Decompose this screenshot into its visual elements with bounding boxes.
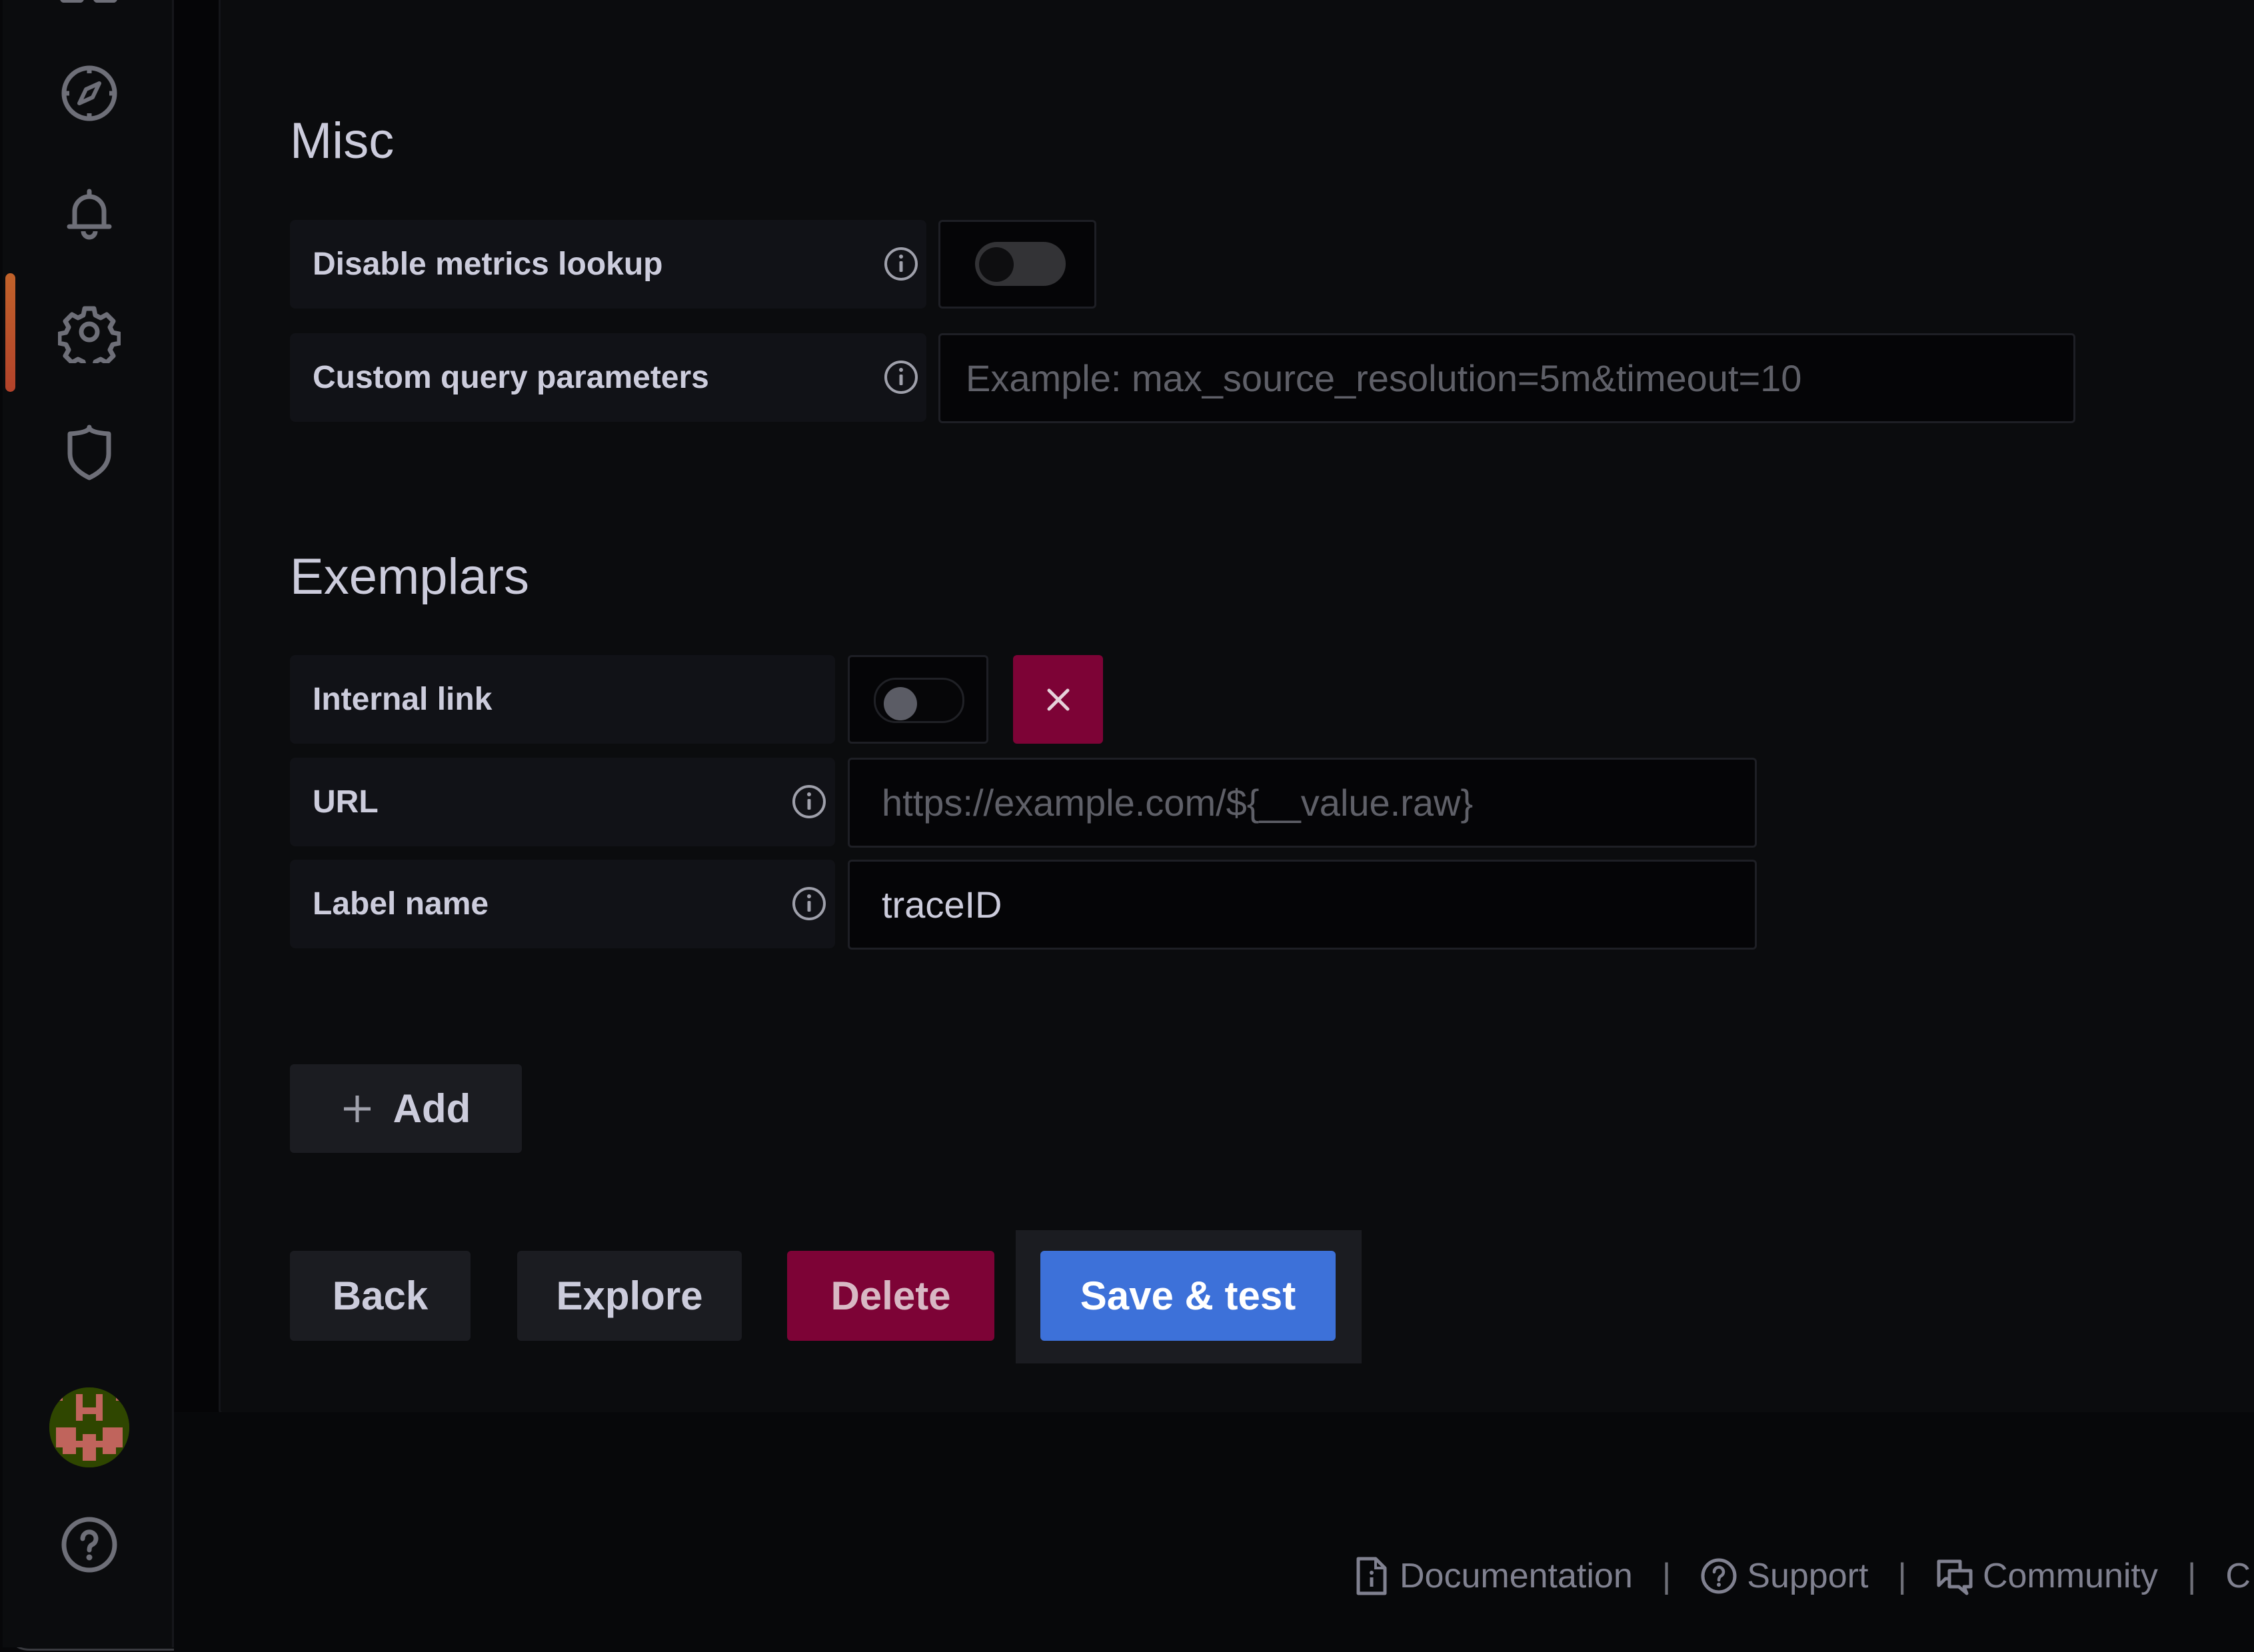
sidebar-item-configuration[interactable] bbox=[58, 301, 121, 363]
toggle-knob bbox=[884, 687, 917, 720]
internal-link-text: Internal link bbox=[313, 682, 493, 717]
sidebar-item-explore[interactable] bbox=[58, 62, 121, 125]
page-background bbox=[174, 1412, 2254, 1652]
label-name-input[interactable] bbox=[850, 862, 1755, 948]
delete-button[interactable]: Delete bbox=[787, 1251, 994, 1341]
misc-heading: Misc bbox=[290, 113, 395, 169]
question-circle-icon bbox=[1701, 1558, 1737, 1594]
info-icon[interactable] bbox=[883, 246, 919, 282]
footer-separator: | bbox=[2187, 1557, 2197, 1595]
label-name-field bbox=[848, 860, 1757, 950]
disable-metrics-lookup-toggle[interactable] bbox=[975, 242, 1066, 286]
sidebar-item-alerting[interactable] bbox=[58, 182, 121, 245]
exemplars-heading: Exemplars bbox=[290, 548, 529, 605]
disable-metrics-lookup-label: Disable metrics lookup bbox=[290, 220, 926, 309]
avatar-image bbox=[49, 1387, 129, 1467]
back-button[interactable]: Back bbox=[290, 1251, 471, 1341]
footer-separator: | bbox=[1662, 1557, 1672, 1595]
comments-icon bbox=[1937, 1559, 1973, 1595]
close-icon bbox=[1047, 688, 1069, 710]
internal-link-label: Internal link bbox=[290, 655, 835, 744]
dashboards-icon[interactable] bbox=[60, 0, 117, 3]
sidebar bbox=[3, 0, 174, 1647]
add-exemplar-label: Add bbox=[393, 1086, 471, 1131]
url-text: URL bbox=[313, 784, 379, 820]
active-indicator bbox=[5, 273, 15, 392]
footer: Documentation | Support | Community | C bbox=[1353, 1549, 2251, 1603]
footer-separator: | bbox=[1897, 1557, 1907, 1595]
gear-icon bbox=[58, 306, 121, 363]
footer-link-support[interactable]: Support bbox=[1700, 1556, 1868, 1596]
info-icon[interactable] bbox=[791, 784, 827, 820]
plus-icon bbox=[343, 1095, 371, 1122]
url-input[interactable] bbox=[850, 760, 1755, 846]
bell-icon bbox=[67, 189, 112, 240]
footer-link-documentation-label: Documentation bbox=[1400, 1557, 1633, 1595]
url-field bbox=[848, 758, 1757, 848]
remove-exemplar-button[interactable] bbox=[1013, 655, 1103, 744]
compass-icon bbox=[61, 65, 117, 121]
custom-query-parameters-input[interactable] bbox=[940, 335, 2073, 421]
shield-icon bbox=[67, 424, 111, 480]
footer-link-community-label: Community bbox=[1982, 1557, 2158, 1595]
explore-button[interactable]: Explore bbox=[517, 1251, 742, 1341]
footer-link-support-label: Support bbox=[1747, 1557, 1869, 1595]
url-label: URL bbox=[290, 758, 835, 846]
disable-metrics-lookup-field bbox=[938, 220, 1096, 309]
info-icon[interactable] bbox=[791, 886, 827, 922]
label-name-text: Label name bbox=[313, 886, 489, 922]
footer-link-documentation[interactable]: Documentation bbox=[1353, 1556, 1633, 1596]
info-icon[interactable] bbox=[883, 359, 919, 395]
internal-link-field bbox=[848, 655, 988, 744]
label-name-label: Label name bbox=[290, 860, 835, 948]
sidebar-item-server-admin[interactable] bbox=[58, 420, 121, 483]
question-circle-icon bbox=[61, 1517, 117, 1573]
disable-metrics-lookup-text: Disable metrics lookup bbox=[313, 247, 663, 282]
add-exemplar-button[interactable]: Add bbox=[290, 1064, 522, 1153]
internal-link-toggle[interactable] bbox=[874, 678, 964, 723]
sidebar-item-help[interactable] bbox=[58, 1513, 121, 1576]
footer-link-community[interactable]: Community bbox=[1936, 1556, 2158, 1596]
toggle-knob bbox=[979, 247, 1014, 282]
document-info-icon bbox=[1356, 1557, 1387, 1595]
custom-query-parameters-text: Custom query parameters bbox=[313, 360, 709, 395]
avatar[interactable] bbox=[49, 1387, 129, 1467]
footer-link-truncated[interactable]: C bbox=[2225, 1556, 2251, 1596]
custom-query-parameters-field bbox=[938, 333, 2075, 423]
content-gutter bbox=[174, 0, 219, 1649]
custom-query-parameters-label: Custom query parameters bbox=[290, 333, 926, 422]
save-and-test-button[interactable]: Save & test bbox=[1040, 1251, 1336, 1341]
